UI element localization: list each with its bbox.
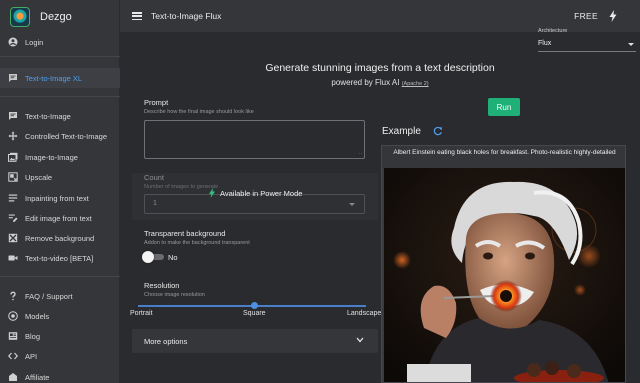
sidebar-item-controlled-text-to-image[interactable]: Controlled Text-to-Image (0, 126, 120, 146)
sidebar: Dezgo Login Text-to-Image XL Text-to-Ima… (0, 0, 120, 383)
sidebar-item-text-to-video[interactable]: Text-to-video [BETA] (0, 248, 120, 268)
brand-name: Dezgo (40, 11, 72, 23)
blog-icon (8, 331, 18, 341)
caret-down-icon (628, 43, 634, 46)
count-value: 1 (153, 200, 157, 207)
sidebar-item-label: Text-to-Image XL (25, 73, 83, 83)
sidebar-item-label: Models (25, 311, 50, 321)
message-icon (8, 111, 18, 121)
transparent-toggle-label: No (168, 253, 178, 262)
resize-handle-icon[interactable]: ·· (359, 151, 362, 157)
lightning-icon (209, 188, 215, 198)
sidebar-item-label: Affiliate (25, 372, 50, 382)
example-caption: Albert Einstein eating black holes for b… (382, 146, 625, 168)
menu-icon[interactable] (132, 12, 142, 20)
architecture-value: Flux (538, 40, 552, 47)
hero-subline: powered by Flux AI (Apache 2) (120, 78, 640, 87)
sidebar-item-remove-background[interactable]: Remove background (0, 228, 120, 248)
sidebar-item-label: Edit image from text (25, 213, 92, 223)
sidebar-divider (0, 96, 120, 97)
sidebar-item-text-to-image[interactable]: Text-to-Image (0, 106, 120, 126)
sidebar-item-affiliate[interactable]: Affiliate (0, 367, 120, 383)
sidebar-item-label: Controlled Text-to-Image (25, 131, 107, 141)
resolution-option-portrait[interactable]: Portrait (130, 310, 153, 317)
hero-headline: Generate stunning images from a text des… (265, 62, 495, 74)
more-options-expander[interactable]: More options (132, 329, 378, 353)
sidebar-item-label: Text-to-Image (25, 111, 71, 121)
sidebar-divider (0, 56, 120, 57)
power-mode-notice[interactable]: Available in Power Mode (208, 188, 302, 198)
run-button[interactable]: Run (488, 98, 520, 116)
code-icon (8, 351, 18, 361)
sidebar-item-label: Remove background (25, 233, 95, 243)
sidebar-item-label: Blog (25, 331, 41, 341)
chevron-down-icon (356, 337, 364, 343)
models-icon (8, 311, 18, 321)
sidebar-item-api[interactable]: API (0, 346, 120, 366)
sidebar-item-label: Upscale (25, 172, 53, 182)
license-link[interactable]: (Apache 2) (402, 81, 429, 87)
example-image (384, 168, 625, 382)
sidebar-item-label: FAQ / Support (25, 291, 73, 301)
account-circle-icon (8, 37, 18, 47)
video-icon (8, 253, 18, 263)
message-icon (8, 73, 18, 83)
prompt-label: Prompt (144, 98, 169, 107)
transparent-toggle[interactable] (142, 251, 166, 263)
page-title: Text-to-Image Flux (151, 11, 222, 21)
sidebar-item-login[interactable]: Login (0, 32, 120, 52)
architecture-label: Architecture (538, 28, 568, 34)
sidebar-item-inpainting-from-text[interactable]: Inpainting from text (0, 188, 120, 208)
sidebar-item-image-to-image[interactable]: Image-to-Image (0, 147, 120, 167)
sidebar-item-label: API (25, 351, 38, 361)
toggle-knob (142, 251, 154, 263)
app-root: Dezgo Login Text-to-Image XL Text-to-Ima… (0, 0, 640, 383)
powered-by-text: powered by Flux AI (331, 78, 400, 87)
example-card: Albert Einstein eating black holes for b… (381, 145, 626, 383)
resolution-slider-thumb[interactable] (251, 302, 258, 309)
sidebar-item-label: Login (25, 37, 44, 47)
sidebar-divider (0, 276, 120, 277)
brand[interactable]: Dezgo (10, 6, 72, 28)
images-icon (8, 152, 18, 162)
resolution-option-landscape[interactable]: Landscape (347, 310, 381, 317)
power-mode-text: Available in Power Mode (220, 188, 303, 198)
sidebar-item-upscale[interactable]: Upscale (0, 167, 120, 187)
upscale-icon (8, 172, 18, 182)
prompt-input[interactable]: ·· (144, 120, 365, 159)
transparent-label: Transparent background (144, 229, 226, 238)
example-heading: Example (382, 126, 421, 137)
main-content: Architecture Flux Generate stunning imag… (120, 28, 640, 383)
sidebar-item-label: Inpainting from text (25, 193, 89, 203)
prompt-hint: Describe how the final image should look… (144, 109, 254, 115)
transparent-hint: Addon to make the background transparent (144, 240, 250, 246)
refresh-icon[interactable] (433, 126, 443, 136)
edit-icon (8, 213, 18, 223)
sidebar-item-blog[interactable]: Blog (0, 326, 120, 346)
resolution-hint: Choose image resolution (144, 292, 205, 298)
remove-bg-icon (8, 233, 18, 243)
move-icon (8, 131, 18, 141)
resolution-option-square[interactable]: Square (243, 310, 266, 317)
sidebar-item-edit-image-from-text[interactable]: Edit image from text (0, 208, 120, 228)
lightning-icon[interactable] (608, 10, 618, 22)
sidebar-item-models[interactable]: Models (0, 306, 120, 326)
sidebar-item-label: Text-to-video [BETA] (25, 253, 94, 263)
resolution-label: Resolution (144, 281, 180, 290)
count-label: Count (144, 173, 165, 182)
affiliate-icon (8, 372, 18, 382)
inpaint-icon (8, 193, 18, 203)
caret-down-icon (349, 203, 355, 206)
plan-label[interactable]: FREE (574, 11, 598, 21)
more-options-label: More options (144, 337, 188, 346)
sidebar-item-text-to-image-xl[interactable]: Text-to-Image XL (0, 68, 120, 88)
sidebar-item-faq-support[interactable]: FAQ / Support (0, 286, 120, 306)
question-icon (8, 291, 18, 301)
sidebar-item-label: Image-to-Image (25, 152, 78, 162)
architecture-select[interactable]: Flux (538, 38, 636, 52)
dezgo-logo (10, 7, 30, 27)
